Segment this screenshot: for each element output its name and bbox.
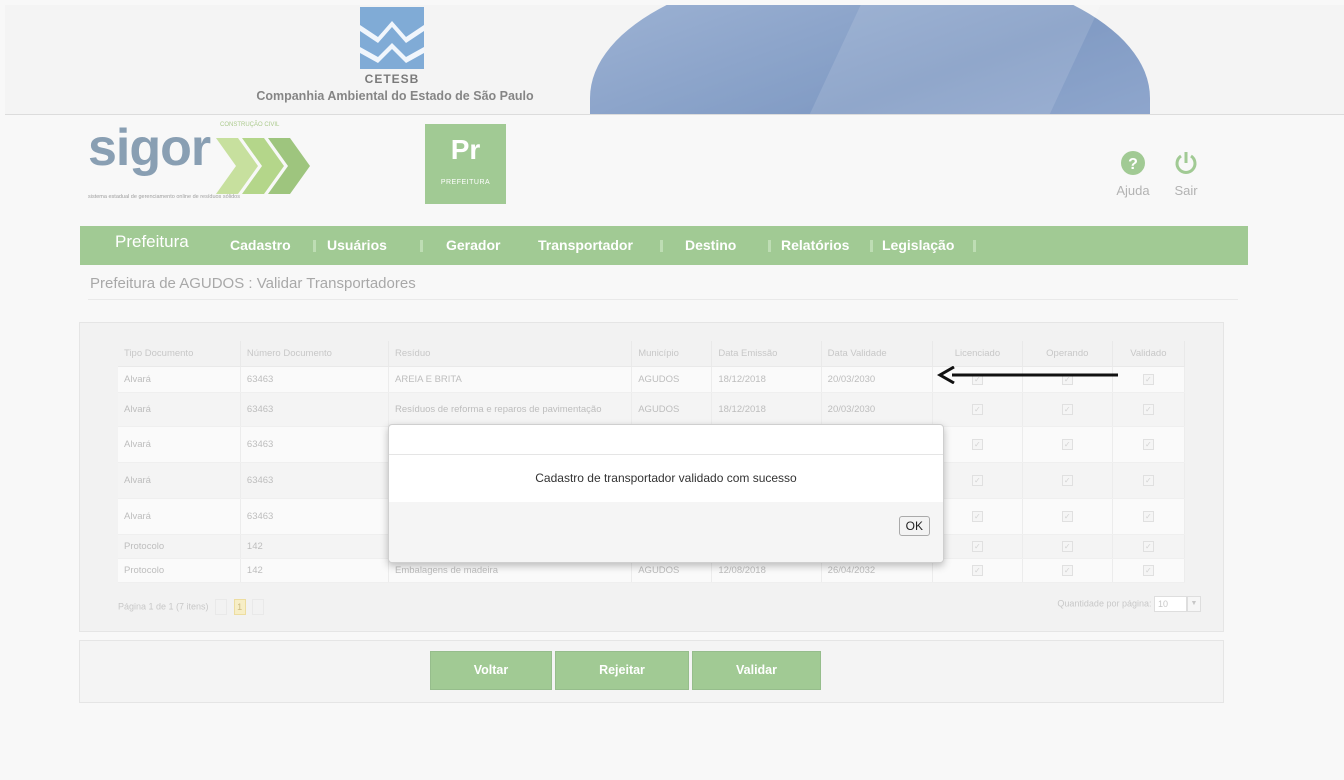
ok-button[interactable]: OK — [898, 516, 930, 536]
dialog-message: Cadastro de transportador validado com s… — [389, 455, 943, 503]
dialog-footer: OK — [389, 502, 943, 562]
modal-overlay — [0, 0, 1344, 780]
dialog-header — [389, 425, 943, 455]
arrow-left-icon — [936, 366, 1118, 384]
success-dialog: Cadastro de transportador validado com s… — [388, 424, 944, 563]
